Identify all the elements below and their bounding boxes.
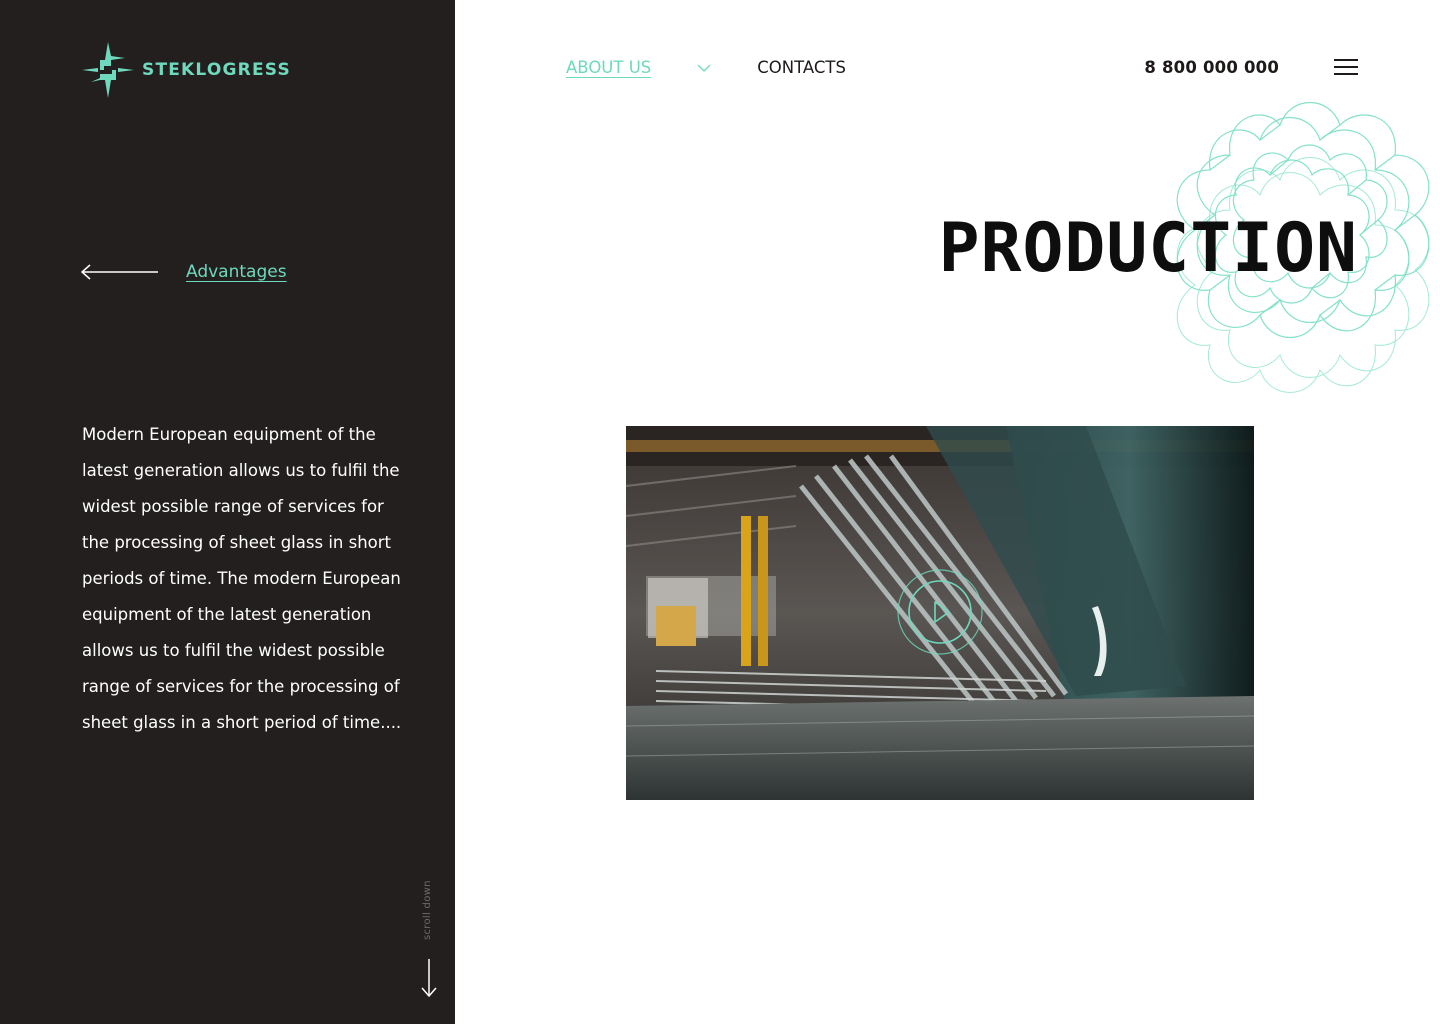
- chevron-down-icon[interactable]: [697, 63, 711, 73]
- arrow-down-icon[interactable]: [421, 958, 437, 998]
- page-title: PRODUCTION: [938, 209, 1358, 288]
- video-player[interactable]: [626, 426, 1254, 800]
- phone-number[interactable]: 8 800 000 000: [1144, 58, 1279, 77]
- back-link-advantages[interactable]: Advantages: [80, 262, 287, 282]
- scroll-down-label: scroll down: [422, 880, 433, 940]
- nav-item-contacts[interactable]: CONTACTS: [757, 58, 846, 77]
- play-icon[interactable]: [896, 568, 984, 656]
- main-nav: ABOUT US CONTACTS: [566, 58, 846, 77]
- nav-item-about-us[interactable]: ABOUT US: [566, 58, 651, 77]
- sidebar: STEKLOGRESS Advantages Modern European e…: [0, 0, 455, 1024]
- logo-text: STEKLOGRESS: [142, 60, 291, 80]
- sidebar-description: Modern European equipment of the latest …: [82, 425, 402, 732]
- logo[interactable]: STEKLOGRESS: [80, 42, 291, 98]
- arrow-left-icon: [80, 264, 158, 280]
- hamburger-menu-icon[interactable]: [1334, 58, 1358, 76]
- steklogress-emblem-icon: [82, 42, 134, 98]
- back-link-label[interactable]: Advantages: [186, 262, 287, 282]
